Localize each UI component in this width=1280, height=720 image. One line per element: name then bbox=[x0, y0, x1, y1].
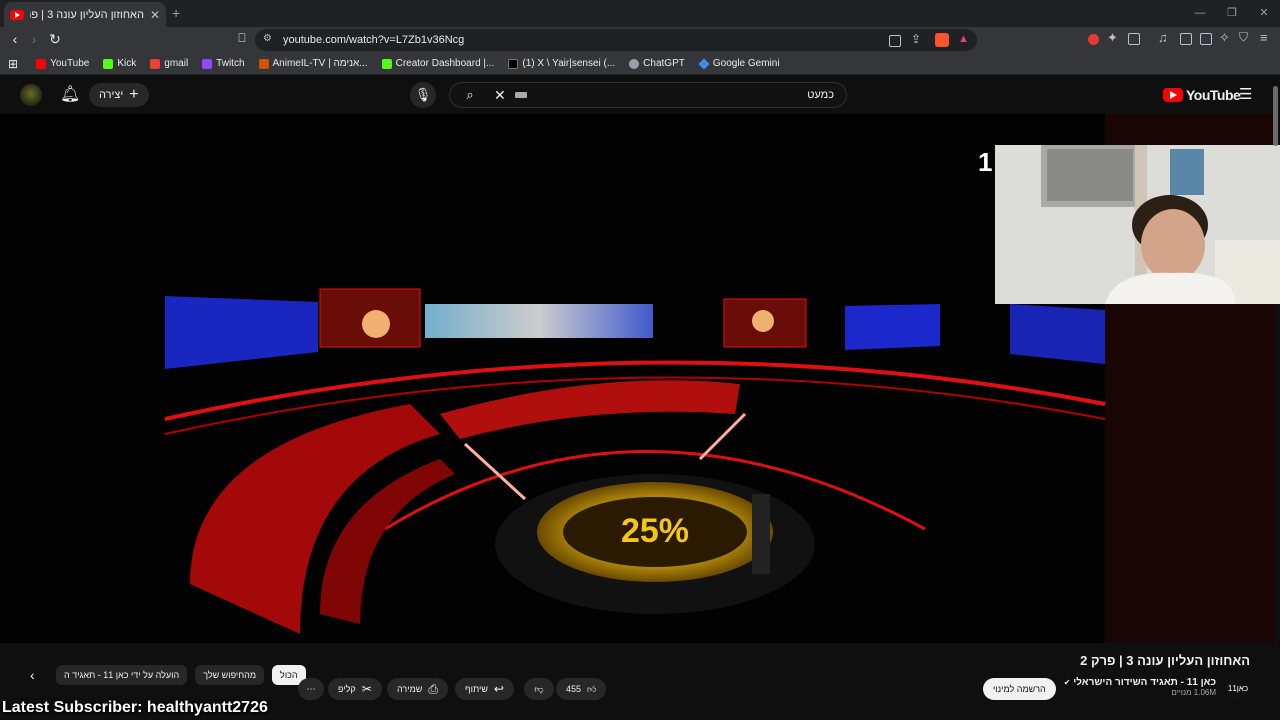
stream-latest-subscriber: Latest Subscriber: healthyantt2726 bbox=[2, 699, 268, 716]
like-count: 455 bbox=[566, 684, 582, 694]
scissors-icon: ✂ bbox=[361, 682, 372, 696]
chip-from-search[interactable]: מהחיפוש שלך bbox=[195, 665, 265, 685]
reload-icon[interactable]: ↻ bbox=[46, 31, 64, 48]
address-bar[interactable]: ⚙ youtube.com/watch?v=L7Zb1v36Ncg ⇪ ▲ bbox=[255, 29, 977, 51]
plus-icon: + bbox=[129, 86, 139, 103]
bookmark-animeil[interactable]: AnimeIL-TV | אנימה... bbox=[258, 58, 368, 69]
extensions-icon[interactable]: ✦ bbox=[1107, 30, 1118, 46]
search-icon[interactable]: ⌕ bbox=[450, 83, 490, 107]
video-overlay-digit: 1 bbox=[978, 147, 993, 177]
create-button[interactable]: יצירה + bbox=[89, 83, 149, 107]
channel-avatar[interactable]: כאן11 bbox=[1226, 677, 1250, 701]
cast-icon[interactable] bbox=[889, 35, 901, 47]
rewards-icon[interactable]: ▲ bbox=[958, 33, 969, 45]
bookmark-icon: ⎙ bbox=[428, 682, 438, 696]
dislike-button[interactable]: 👎︎ bbox=[524, 678, 554, 700]
twitch-icon bbox=[202, 58, 213, 69]
extension-record-icon[interactable] bbox=[1088, 34, 1099, 45]
window-close-icon[interactable]: ✕ bbox=[1248, 0, 1280, 27]
gmail-icon bbox=[150, 58, 161, 69]
clear-search-icon[interactable]: ✕ bbox=[494, 83, 506, 107]
kick-icon bbox=[103, 58, 114, 69]
menu-icon[interactable]: ≡ bbox=[1260, 30, 1268, 45]
create-label: יצירה bbox=[99, 89, 124, 101]
url-text: youtube.com/watch?v=L7Zb1v36Ncg bbox=[283, 34, 465, 46]
bookmark-youtube[interactable]: YouTube bbox=[36, 58, 89, 69]
tab-title: האחוזון העליון עונה 3 | פרק 2 - ... bbox=[30, 8, 144, 21]
browser-tab-bar: האחוזון העליון עונה 3 | פרק 2 - ... ✕ + … bbox=[0, 0, 1280, 27]
youtube-icon bbox=[36, 58, 47, 69]
wallet-icon[interactable] bbox=[1200, 33, 1212, 45]
apps-icon[interactable]: ⊞ bbox=[8, 57, 18, 71]
more-icon: ⋯ bbox=[306, 684, 316, 694]
bookmark-gemini[interactable]: Google Gemini bbox=[698, 57, 780, 70]
voice-search-icon[interactable]: 🎙︎ bbox=[410, 82, 436, 108]
page-scrollbar[interactable] bbox=[1273, 86, 1278, 146]
share-page-icon[interactable]: ⇪ bbox=[911, 32, 921, 46]
save-button[interactable]: שמירה ⎙ bbox=[387, 678, 448, 700]
subscribe-button[interactable]: הרשמה למינוי bbox=[983, 678, 1056, 700]
video-title: האחוזון העליון עונה 3 | פרק 2 bbox=[1080, 653, 1250, 668]
shield-icon[interactable]: ⛉ bbox=[1239, 30, 1248, 45]
search-text-cursor bbox=[515, 92, 527, 98]
sidebar-icon[interactable] bbox=[1180, 33, 1192, 45]
window-controls: — ❐ ✕ bbox=[1184, 0, 1280, 27]
leo-ai-icon[interactable]: ✧ bbox=[1219, 30, 1230, 46]
share-icon: ↩ bbox=[493, 682, 504, 696]
animeil-icon bbox=[258, 58, 269, 69]
avatar[interactable] bbox=[20, 84, 42, 106]
media-icon[interactable]: ♫ bbox=[1158, 30, 1168, 45]
stage-25-percent: 25% bbox=[621, 512, 689, 550]
youtube-logo-icon bbox=[1163, 88, 1183, 102]
thumbs-down-icon: 👎︎ bbox=[534, 684, 544, 694]
back-icon[interactable]: ‹ bbox=[6, 31, 24, 47]
bookmark-x[interactable]: (1) X \ Yair|sensei (... bbox=[508, 58, 615, 69]
channel-name[interactable]: כאן 11 - תאגיד השידור הישראלי bbox=[1073, 677, 1216, 688]
youtube-header: 🔔︎ יצירה + 🎙︎ ⌕ ✕ כמעט YouTube ☰ bbox=[0, 76, 1280, 114]
bookmark-kick[interactable]: Kick bbox=[103, 58, 136, 69]
clip-button[interactable]: קליפ ✂ bbox=[328, 678, 382, 700]
more-actions-button[interactable]: ⋯ bbox=[298, 678, 324, 700]
bookmark-gmail[interactable]: gmail bbox=[150, 58, 188, 69]
maximize-icon[interactable]: ❐ bbox=[1216, 0, 1248, 27]
chatgpt-icon bbox=[629, 58, 640, 69]
new-tab-icon[interactable]: + bbox=[172, 5, 180, 21]
like-button[interactable]: 455 👍︎ bbox=[556, 678, 607, 700]
thumbs-up-icon: 👍︎ bbox=[587, 684, 597, 694]
chip-uploaded-by[interactable]: הועלה על ידי כאן 11 - תאגיד ה bbox=[56, 665, 188, 685]
webcam-image bbox=[995, 145, 1280, 304]
channel-info[interactable]: כאן 11 - תאגיד השידור הישראלי ✔ 1.06M מנ… bbox=[1064, 677, 1216, 697]
webcam-overlay bbox=[995, 145, 1280, 304]
chips-prev-icon[interactable]: ‹ bbox=[30, 667, 35, 683]
related-chips: הועלה על ידי כאן 11 - תאגיד ה מהחיפוש של… bbox=[56, 665, 306, 685]
youtube-favicon-icon bbox=[10, 9, 24, 20]
kick-icon bbox=[381, 58, 392, 69]
browser-toolbar: ‹ › ↻ ⎕ ⚙ youtube.com/watch?v=L7Zb1v36Nc… bbox=[0, 27, 1280, 53]
search-input[interactable]: ⌕ ✕ כמעט bbox=[449, 82, 847, 108]
bookmark-star-icon[interactable]: ⎕ bbox=[233, 31, 251, 46]
gemini-icon bbox=[698, 57, 710, 70]
search-text: כמעט bbox=[807, 89, 834, 101]
reader-icon[interactable] bbox=[1128, 33, 1140, 45]
site-info-icon[interactable]: ⚙ bbox=[263, 33, 272, 44]
bookmark-twitch[interactable]: Twitch bbox=[202, 58, 245, 69]
forward-icon[interactable]: › bbox=[25, 31, 43, 47]
hamburger-menu-icon[interactable]: ☰ bbox=[1239, 85, 1252, 103]
youtube-logo[interactable]: YouTube bbox=[1163, 87, 1241, 103]
bookmark-creator-dashboard[interactable]: Creator Dashboard |... bbox=[381, 58, 494, 69]
bookmarks-bar: ⊞ YouTube Kick gmail Twitch AnimeIL-TV |… bbox=[0, 53, 1280, 75]
verified-icon: ✔ bbox=[1063, 678, 1071, 687]
x-icon bbox=[508, 58, 519, 69]
minimize-icon[interactable]: — bbox=[1184, 0, 1216, 27]
brave-shield-icon[interactable] bbox=[935, 33, 949, 47]
share-button[interactable]: שיתוף ↩ bbox=[455, 678, 514, 700]
notifications-bell-icon[interactable]: 🔔︎ bbox=[60, 84, 80, 104]
tab-close-icon[interactable]: ✕ bbox=[150, 8, 160, 22]
bookmark-chatgpt[interactable]: ChatGPT bbox=[629, 58, 685, 69]
browser-tab[interactable]: האחוזון העליון עונה 3 | פרק 2 - ... ✕ bbox=[4, 2, 166, 27]
channel-subscribers: 1.06M מנויים bbox=[1171, 688, 1216, 697]
